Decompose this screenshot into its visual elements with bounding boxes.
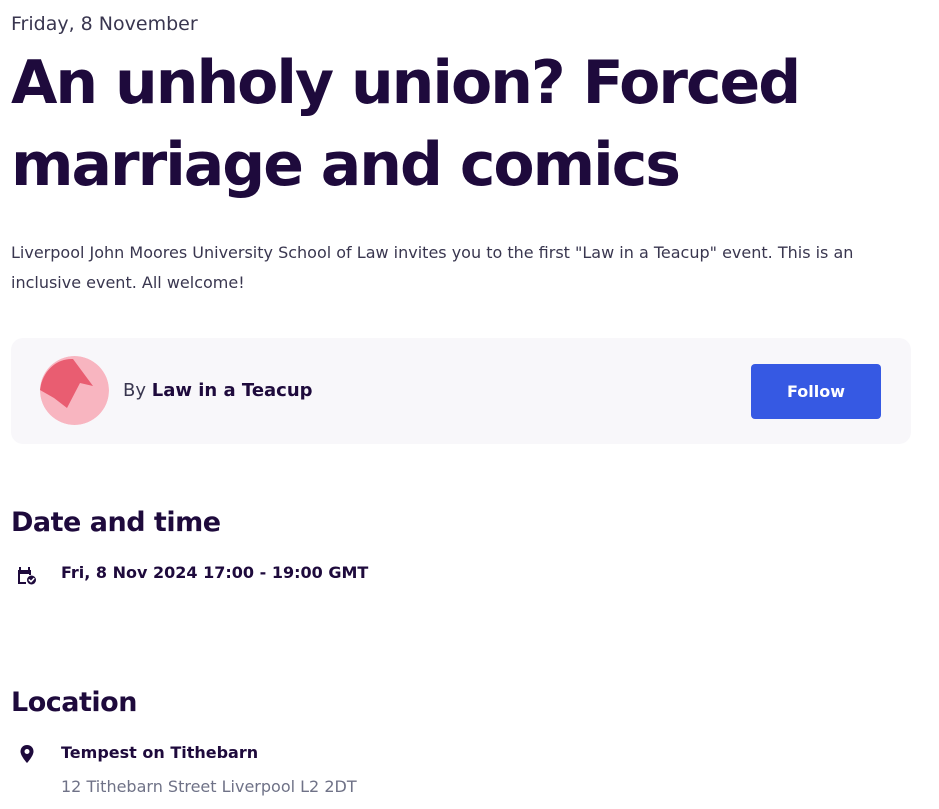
organizer-avatar-logo [40, 356, 109, 425]
date-and-time-heading: Date and time [11, 507, 221, 538]
follow-button[interactable]: Follow [751, 364, 881, 419]
location-heading: Location [11, 687, 137, 718]
event-title: An unholy union? Forced marriage and com… [11, 48, 801, 200]
organizer-name-link[interactable]: Law in a Teacup [152, 380, 313, 401]
organizer-avatar[interactable] [40, 356, 109, 425]
organizer-card: By Law in a Teacup Follow [11, 338, 911, 444]
calendar-check-icon [15, 563, 39, 587]
event-date-label: Friday, 8 November [11, 13, 198, 35]
organizer-by-prefix: By [123, 380, 147, 401]
event-summary: Liverpool John Moores University School … [11, 243, 854, 292]
venue-name: Tempest on Tithebarn [61, 743, 259, 762]
event-date-time-value: Fri, 8 Nov 2024 17:00 - 19:00 GMT [61, 563, 369, 582]
venue-address: 12 Tithebarn Street Liverpool L2 2DT [61, 777, 357, 796]
organizer-line: By Law in a Teacup [123, 379, 313, 403]
map-pin-icon [15, 742, 39, 766]
